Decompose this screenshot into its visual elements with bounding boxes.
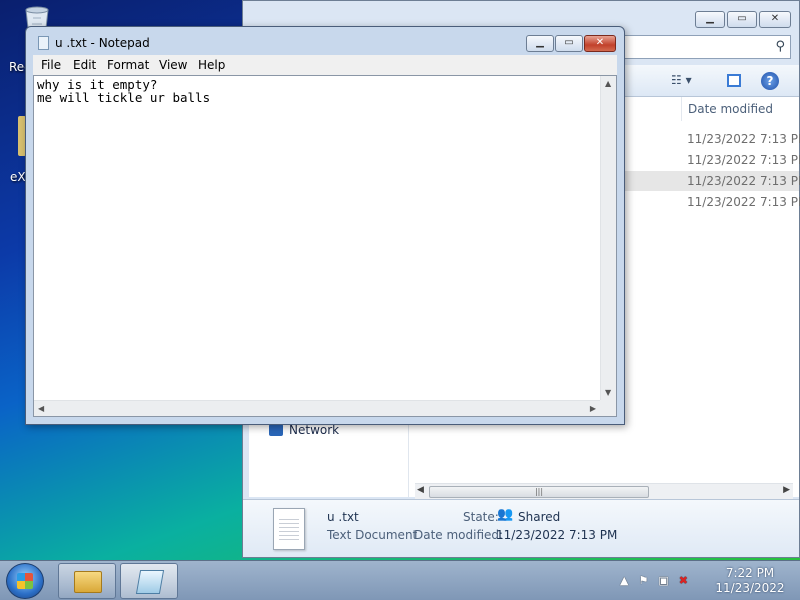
menu-format[interactable]: Format: [107, 58, 149, 72]
network-icon: [269, 424, 283, 436]
scroll-up-icon[interactable]: ▲: [605, 79, 611, 88]
scroll-right-icon[interactable]: ▶: [783, 485, 790, 495]
nav-item-label: Network: [289, 423, 340, 437]
details-file-name: u .txt: [327, 510, 359, 524]
taskbar: ▲ ⚑ ▣ ✖ 7:22 PM 11/23/2022: [0, 560, 800, 600]
minimize-button[interactable]: ▁: [695, 11, 725, 28]
notepad-window: u .txt - Notepad ▁ ▭ ✕ File Edit Format …: [25, 26, 625, 425]
windows-logo-icon: [17, 573, 33, 589]
minimize-button[interactable]: ▁: [526, 35, 554, 52]
taskbar-explorer-button[interactable]: [58, 563, 116, 599]
date-cell: 11/23/2022 7:13 PM: [687, 153, 800, 167]
notepad-caption-buttons: ▁ ▭ ✕: [526, 35, 616, 52]
help-icon[interactable]: ?: [761, 72, 779, 90]
close-button[interactable]: ✕: [584, 35, 616, 52]
date-cell: 11/23/2022 7:13 PM: [687, 132, 800, 146]
details-pane: u .txt Text Document State: 👥 Shared Dat…: [243, 499, 799, 557]
horizontal-scrollbar[interactable]: ◀ ▶: [34, 400, 600, 416]
window-title-text: u .txt - Notepad: [55, 36, 150, 50]
action-center-flag-icon[interactable]: ⚑: [638, 574, 648, 587]
horizontal-scrollbar[interactable]: ◀ ||| ▶: [415, 483, 793, 499]
menu-file[interactable]: File: [41, 58, 61, 72]
date-cell: 11/23/2022 7:13 PM: [687, 174, 800, 188]
notepad-icon: [38, 36, 49, 50]
menu-bar: File Edit Format View Help: [33, 55, 617, 75]
preview-pane-button[interactable]: [727, 74, 741, 87]
vertical-scrollbar[interactable]: ▲ ▼: [600, 76, 616, 400]
system-tray: ▲ ⚑ ▣ ✖: [620, 574, 688, 587]
network-icon[interactable]: ▣: [658, 574, 668, 587]
menu-view[interactable]: View: [159, 58, 187, 72]
taskbar-notepad-button[interactable]: [120, 563, 178, 599]
desktop-icon-label: eX: [10, 170, 26, 184]
column-header-date-modified[interactable]: Date modified: [681, 97, 800, 121]
clock[interactable]: 7:22 PM 11/23/2022: [712, 566, 788, 596]
window-title: u .txt - Notepad: [38, 36, 150, 50]
close-button[interactable]: ✕: [759, 11, 791, 28]
clock-date: 11/23/2022: [715, 581, 785, 595]
scroll-thumb[interactable]: |||: [429, 486, 649, 498]
details-modified-label: Date modified:: [414, 528, 504, 542]
nav-item-network[interactable]: Network: [269, 423, 339, 437]
notepad-icon: [135, 570, 165, 594]
editor-content[interactable]: why is it empty? me will tickle ur balls: [37, 78, 210, 104]
start-button[interactable]: [6, 563, 44, 599]
menu-help[interactable]: Help: [198, 58, 225, 72]
details-file-type: Text Document: [327, 528, 418, 542]
details-modified-value: 11/23/2022 7:13 PM: [496, 528, 618, 542]
text-editor[interactable]: why is it empty? me will tickle ur balls…: [33, 75, 617, 417]
maximize-button[interactable]: ▭: [555, 35, 583, 52]
details-state-label: State:: [463, 510, 499, 524]
scroll-down-icon[interactable]: ▼: [605, 388, 611, 397]
scroll-left-icon[interactable]: ◀: [417, 485, 424, 495]
maximize-button[interactable]: ▭: [727, 11, 757, 28]
scroll-right-icon[interactable]: ▶: [590, 404, 596, 413]
menu-edit[interactable]: Edit: [73, 58, 96, 72]
shared-users-icon: 👥: [497, 507, 514, 522]
clock-time: 7:22 PM: [725, 566, 775, 580]
text-document-icon: [273, 508, 305, 550]
resize-grip[interactable]: [600, 400, 616, 416]
details-state-value: Shared: [518, 510, 561, 524]
search-input[interactable]: ⚲: [623, 35, 791, 59]
volume-muted-icon[interactable]: ✖: [679, 574, 688, 587]
explorer-caption-buttons: ▁ ▭ ✕: [695, 11, 791, 28]
date-cell: 11/23/2022 7:13 PM: [687, 195, 800, 209]
folder-icon: [74, 571, 102, 593]
change-view-button[interactable]: ☷ ▾: [671, 73, 692, 87]
scroll-left-icon[interactable]: ◀: [38, 404, 44, 413]
search-icon[interactable]: ⚲: [775, 39, 785, 54]
show-hidden-icons-icon[interactable]: ▲: [620, 574, 628, 587]
